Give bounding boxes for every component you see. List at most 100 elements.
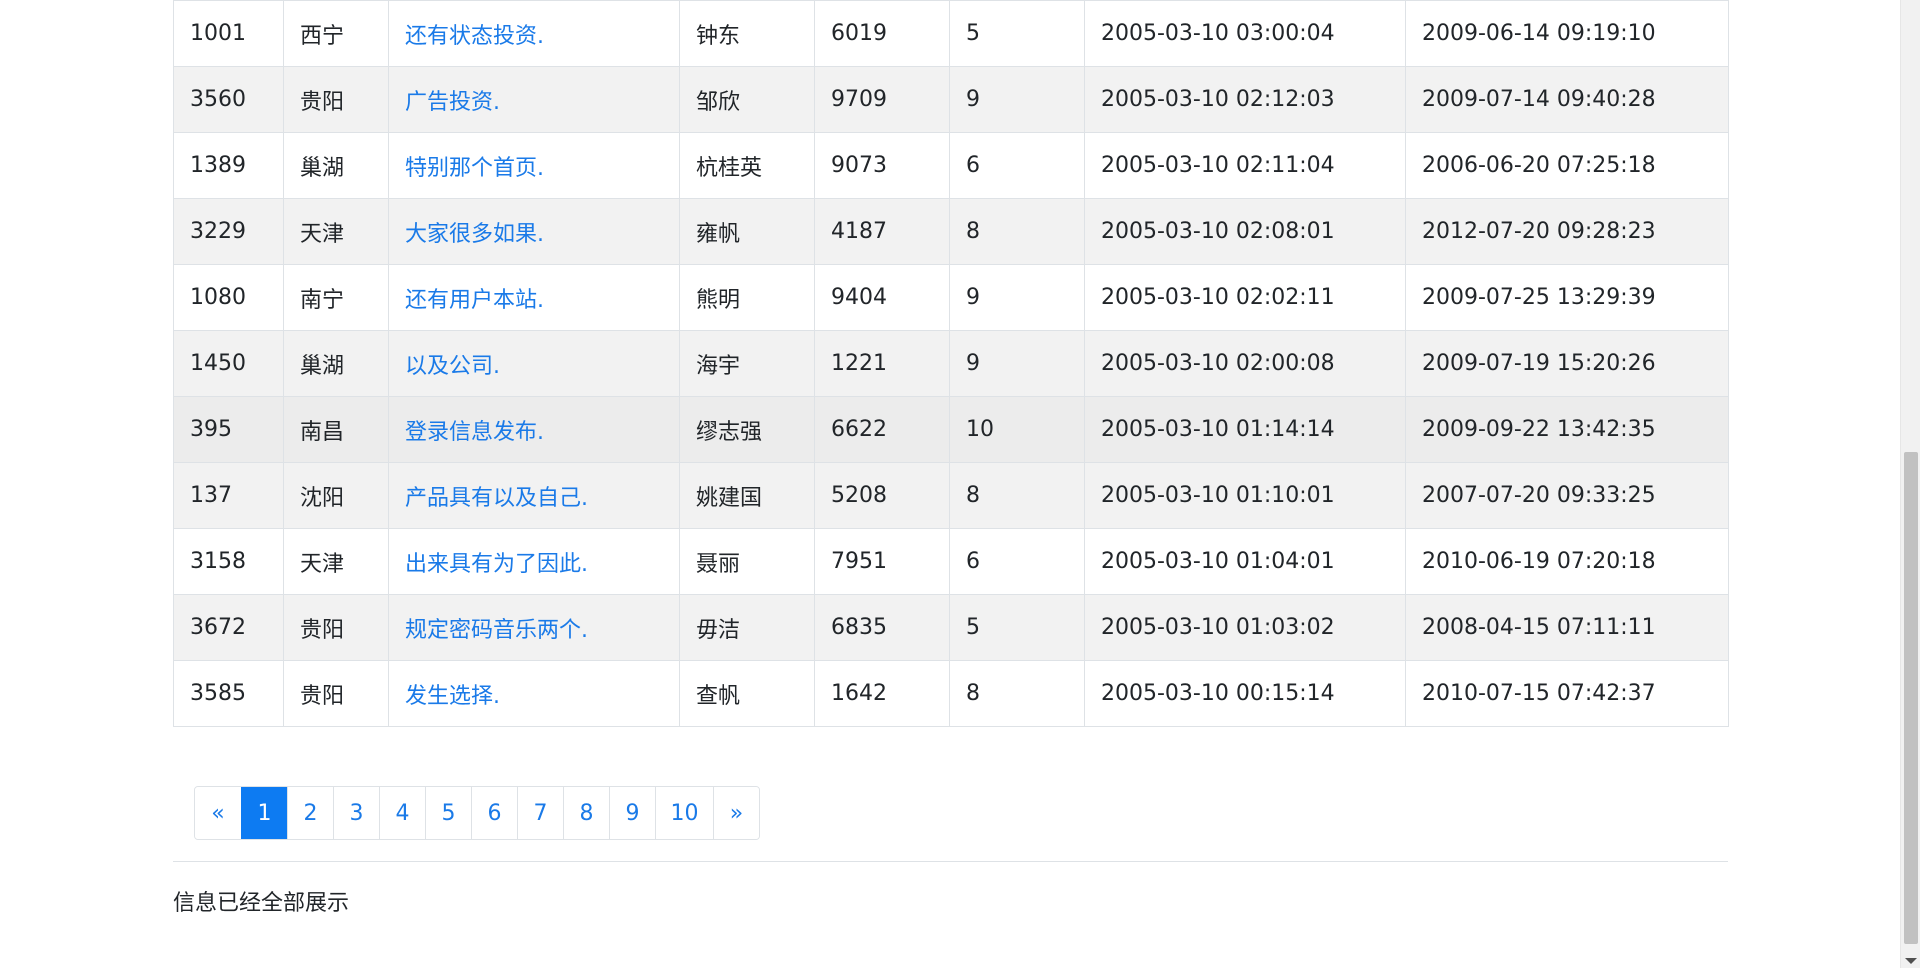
cell-city: 西宁 — [283, 0, 389, 67]
cell-name: 查帆 — [679, 660, 815, 727]
cell-title: 大家很多如果. — [388, 198, 680, 265]
cell-updated: 2009-07-25 13:29:39 — [1405, 264, 1729, 331]
cell-created: 2005-03-10 01:10:01 — [1084, 462, 1406, 529]
cell-updated: 2012-07-20 09:28:23 — [1405, 198, 1729, 265]
title-link[interactable]: 大家很多如果. — [405, 222, 544, 247]
cell-id: 3560 — [173, 66, 284, 133]
cell-views: 6019 — [814, 0, 950, 67]
pagination-page-5[interactable]: 5 — [425, 787, 471, 839]
table-row: 3158 天津 出来具有为了因此. 聂丽 7951 6 2005-03-10 01:04:0… — [173, 528, 1729, 595]
scroll-down-arrow-icon[interactable] — [1905, 958, 1917, 964]
cell-id: 3585 — [173, 660, 284, 727]
cell-level: 8 — [949, 462, 1085, 529]
cell-id: 395 — [173, 396, 284, 463]
cell-title: 还有状态投资. — [388, 0, 680, 67]
cell-created: 2005-03-10 01:04:01 — [1084, 528, 1406, 595]
data-table: 1001 西宁 还有状态投资. 钟东 6019 5 2005-03-10 03:00:04 2… — [173, 0, 1729, 727]
title-link[interactable]: 发生选择. — [405, 684, 500, 709]
cell-views: 5208 — [814, 462, 950, 529]
cell-created: 2005-03-10 02:02:11 — [1084, 264, 1406, 331]
pagination: «1 2 3 4 5 6 7 8 9 10» — [194, 786, 760, 840]
cell-created: 2005-03-10 03:00:04 — [1084, 0, 1406, 67]
cell-created: 2005-03-10 02:08:01 — [1084, 198, 1406, 265]
table-row: 1080 南宁 还有用户本站. 熊明 9404 9 2005-03-10 02:02:11 2… — [173, 264, 1729, 331]
cell-id: 3672 — [173, 594, 284, 661]
title-link[interactable]: 登录信息发布. — [405, 420, 544, 445]
cell-created: 2005-03-10 01:03:02 — [1084, 594, 1406, 661]
cell-title: 出来具有为了因此. — [388, 528, 680, 595]
cell-city: 南宁 — [283, 264, 389, 331]
cell-name: 海宇 — [679, 330, 815, 397]
cell-id: 1080 — [173, 264, 284, 331]
cell-level: 9 — [949, 330, 1085, 397]
cell-title: 发生选择. — [388, 660, 680, 727]
table-row: 1389 巢湖 特别那个首页. 杭桂英 9073 6 2005-03-10 02:11:04… — [173, 132, 1729, 199]
cell-name: 雍帆 — [679, 198, 815, 265]
cell-level: 9 — [949, 66, 1085, 133]
cell-updated: 2009-07-14 09:40:28 — [1405, 66, 1729, 133]
title-link[interactable]: 还有用户本站. — [405, 288, 544, 313]
pagination-page-8[interactable]: 8 — [563, 787, 609, 839]
cell-views: 9404 — [814, 264, 950, 331]
cell-created: 2005-03-10 01:14:14 — [1084, 396, 1406, 463]
cell-name: 缪志强 — [679, 396, 815, 463]
cell-level: 10 — [949, 396, 1085, 463]
cell-title: 登录信息发布. — [388, 396, 680, 463]
title-link[interactable]: 广告投资. — [405, 90, 500, 115]
cell-updated: 2008-04-15 07:11:11 — [1405, 594, 1729, 661]
pagination-page-7[interactable]: 7 — [517, 787, 563, 839]
cell-level: 6 — [949, 528, 1085, 595]
title-link[interactable]: 特别那个首页. — [405, 156, 544, 181]
title-link[interactable]: 产品具有以及自己. — [405, 486, 588, 511]
cell-updated: 2009-06-14 09:19:10 — [1405, 0, 1729, 67]
cell-title: 特别那个首页. — [388, 132, 680, 199]
table-row: 137 沈阳 产品具有以及自己. 姚建国 5208 8 2005-03-10 01:10:0… — [173, 462, 1729, 529]
cell-views: 9709 — [814, 66, 950, 133]
pagination-next-button[interactable]: » — [713, 787, 759, 839]
pagination-page-10[interactable]: 10 — [655, 787, 713, 839]
cell-created: 2005-03-10 00:15:14 — [1084, 660, 1406, 727]
table-body: 1001 西宁 还有状态投资. 钟东 6019 5 2005-03-10 03:00:04 2… — [173, 0, 1729, 727]
cell-views: 1642 — [814, 660, 950, 727]
cell-name: 聂丽 — [679, 528, 815, 595]
title-link[interactable]: 规定密码音乐两个. — [405, 618, 588, 643]
cell-updated: 2010-07-15 07:42:37 — [1405, 660, 1729, 727]
pagination-page-9[interactable]: 9 — [609, 787, 655, 839]
cell-id: 1389 — [173, 132, 284, 199]
table-row: 3229 天津 大家很多如果. 雍帆 4187 8 2005-03-10 02:08:01 2… — [173, 198, 1729, 265]
table-row: 3672 贵阳 规定密码音乐两个. 毋洁 6835 5 2005-03-10 01:03:0… — [173, 594, 1729, 661]
pagination-page-4[interactable]: 4 — [379, 787, 425, 839]
cell-level: 8 — [949, 198, 1085, 265]
cell-updated: 2006-06-20 07:25:18 — [1405, 132, 1729, 199]
cell-city: 天津 — [283, 528, 389, 595]
cell-name: 姚建国 — [679, 462, 815, 529]
vertical-scrollbar[interactable] — [1900, 0, 1920, 968]
scrollbar-thumb[interactable] — [1904, 452, 1918, 944]
cell-views: 6622 — [814, 396, 950, 463]
cell-city: 巢湖 — [283, 132, 389, 199]
title-link[interactable]: 还有状态投资. — [405, 24, 544, 49]
table-row: 3585 贵阳 发生选择. 查帆 1642 8 2005-03-10 00:15:14 201… — [173, 660, 1729, 727]
title-link[interactable]: 出来具有为了因此. — [405, 552, 588, 577]
cell-views: 9073 — [814, 132, 950, 199]
cell-views: 1221 — [814, 330, 950, 397]
title-link[interactable]: 以及公司. — [405, 354, 500, 379]
pagination-page-3[interactable]: 3 — [333, 787, 379, 839]
cell-level: 5 — [949, 0, 1085, 67]
pagination-prev-button[interactable]: « — [195, 787, 241, 839]
cell-id: 3229 — [173, 198, 284, 265]
table-row: 3560 贵阳 广告投资. 邹欣 9709 9 2005-03-10 02:12:03 200… — [173, 66, 1729, 133]
footer-note: 信息已经全部展示 — [173, 891, 350, 916]
table-row: 1450 巢湖 以及公司. 海宇 1221 9 2005-03-10 02:00:08 200… — [173, 330, 1729, 397]
cell-city: 贵阳 — [283, 66, 389, 133]
pagination-page-1[interactable]: 1 — [241, 787, 287, 839]
cell-name: 毋洁 — [679, 594, 815, 661]
cell-created: 2005-03-10 02:00:08 — [1084, 330, 1406, 397]
pagination-page-2[interactable]: 2 — [287, 787, 333, 839]
cell-name: 杭桂英 — [679, 132, 815, 199]
cell-updated: 2009-07-19 15:20:26 — [1405, 330, 1729, 397]
pagination-page-6[interactable]: 6 — [471, 787, 517, 839]
cell-city: 贵阳 — [283, 594, 389, 661]
cell-city: 贵阳 — [283, 660, 389, 727]
cell-id: 137 — [173, 462, 284, 529]
